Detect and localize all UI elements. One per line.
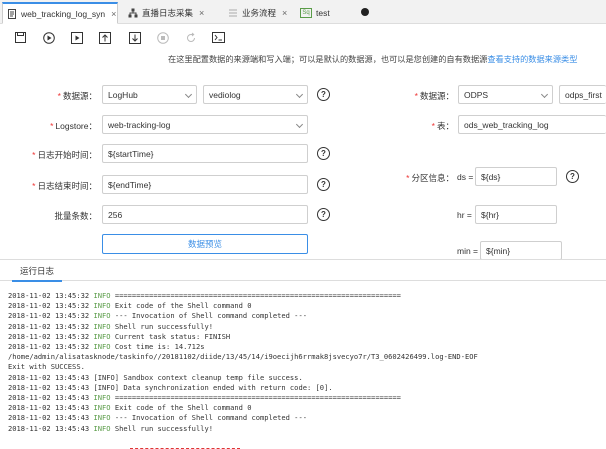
tab-label: test	[316, 8, 330, 18]
tab-run-log[interactable]: 运行日志	[12, 262, 63, 282]
help-icon[interactable]: ?	[317, 88, 330, 101]
sql-icon: Sq	[300, 8, 312, 18]
log-line: 2018-11-02 13:45:43 [INFO] Sandbox conte…	[8, 372, 303, 382]
batch-size-label: 批量条数：	[54, 211, 97, 221]
stop-icon[interactable]	[156, 31, 169, 44]
help-icon[interactable]: ?	[566, 170, 579, 183]
tab-label: web_tracking_log_syn	[21, 8, 106, 19]
table-select[interactable]: ods_web_tracking_log	[458, 115, 606, 134]
datasource-hint: 在这里配置数据的来源端和写入端；可以是默认的数据源，也可以是您创建的自有数据源查…	[168, 53, 577, 65]
tab-label: 直播日志采集	[142, 8, 194, 18]
source-datasource-type-select[interactable]: LogHub	[102, 85, 197, 104]
editor-toolbar	[0, 25, 606, 51]
log-line: 2018-11-02 13:45:32 INFO Cost time is: 1…	[8, 342, 205, 352]
download-icon[interactable]	[128, 31, 141, 44]
format-icon[interactable]	[212, 31, 225, 44]
start-time-input[interactable]: ${startTime}	[102, 144, 308, 163]
hr-label: hr =	[457, 210, 472, 220]
run-with-params-icon[interactable]	[70, 31, 83, 44]
chevron-down-icon	[540, 90, 549, 99]
log-line: 2018-11-02 13:45:43 INFO --- Invocation …	[8, 413, 307, 423]
target-datasource-type-select[interactable]: ODPS	[458, 85, 553, 104]
logstore-label: * Logstore：	[50, 121, 97, 131]
hint-text: 在这里配置数据的来源端和写入端；可以是默认的数据源，也可以是您创建的自有数据源	[168, 55, 488, 64]
batch-size-input[interactable]: 256	[102, 205, 308, 224]
min-label: min =	[457, 246, 479, 256]
source-datasource-name-select[interactable]: vediolog	[203, 85, 308, 104]
end-time-input[interactable]: ${endTime}	[102, 175, 308, 194]
supported-sources-link[interactable]: 查看支持的数据来源类型	[487, 55, 577, 64]
logstore-select[interactable]: web-tracking-log	[102, 115, 308, 134]
log-panel-header: 运行日志	[0, 259, 606, 282]
workflow-icon	[228, 8, 238, 18]
target-datasource-name-select[interactable]: odps_first	[559, 85, 606, 104]
close-icon[interactable]: ×	[111, 9, 116, 19]
save-icon[interactable]	[14, 31, 27, 44]
min-input[interactable]: ${min}	[480, 241, 562, 260]
end-time-label: * 日志结束时间：	[32, 181, 97, 191]
data-preview-button[interactable]: 数据预览	[102, 234, 308, 254]
help-icon[interactable]: ?	[317, 208, 330, 221]
log-line: 2018-11-02 13:45:32 INFO ===============…	[8, 291, 401, 300]
hr-input[interactable]: ${hr}	[475, 205, 557, 224]
chevron-down-icon	[295, 120, 304, 129]
submit-icon[interactable]	[98, 31, 111, 44]
tab-business-flow[interactable]: 业务流程 ×	[224, 2, 294, 24]
source-datasource-label: * 数据源：	[57, 91, 97, 101]
close-icon[interactable]: ×	[282, 8, 287, 18]
log-line: 2018-11-02 13:45:32 INFO Exit code of th…	[8, 301, 252, 311]
log-line: 2018-11-02 13:45:32 INFO Shell run succe…	[8, 321, 214, 331]
tab-label: 业务流程	[242, 8, 277, 18]
log-line: 2018-11-02 13:45:43 INFO ===============…	[8, 393, 401, 403]
log-line: 2018-11-02 13:45:32 INFO --- Invocation …	[8, 311, 307, 321]
tab-web-tracking-log-syn[interactable]: web_tracking_log_syn ×	[2, 2, 118, 24]
unsaved-dot-icon	[361, 8, 369, 16]
close-icon[interactable]: ×	[199, 8, 204, 18]
table-label: * 表：	[431, 121, 454, 131]
run-icon[interactable]	[42, 31, 55, 44]
chevron-down-icon	[295, 90, 304, 99]
flow-icon	[128, 8, 138, 18]
editor-tab-bar: web_tracking_log_syn × 直播日志采集 × 业务流程 × S…	[0, 0, 606, 24]
start-time-label: * 日志开始时间：	[32, 150, 97, 160]
chevron-down-icon	[184, 90, 193, 99]
log-line: 2018-11-02 13:45:43 INFO Exit code of th…	[8, 403, 252, 413]
reload-icon[interactable]	[184, 31, 197, 44]
help-icon[interactable]: ?	[317, 178, 330, 191]
log-line: /home/admin/alisatasknode/taskinfo//2018…	[8, 352, 478, 362]
log-line: 2018-11-02 13:45:43 [INFO] Data synchron…	[8, 382, 333, 392]
log-line: Exit with SUCCESS.	[8, 362, 85, 372]
help-icon[interactable]: ?	[317, 147, 330, 160]
target-datasource-label: * 数据源：	[414, 91, 454, 101]
run-log-output: 2018-11-02 13:45:32 INFO ===============…	[0, 282, 606, 449]
document-icon	[7, 8, 17, 19]
partition-label: * 分区信息：	[406, 173, 454, 183]
tab-live-log-collection[interactable]: 直播日志采集 ×	[124, 2, 218, 24]
log-line: 2018-11-02 13:45:32 INFO Current task st…	[8, 331, 231, 341]
tab-test[interactable]: Sq test	[296, 2, 356, 24]
log-line: 2018-11-02 13:45:43 INFO Shell run succe…	[8, 423, 214, 433]
ds-input[interactable]: ${ds}	[475, 167, 557, 186]
ds-label: ds =	[457, 172, 474, 182]
